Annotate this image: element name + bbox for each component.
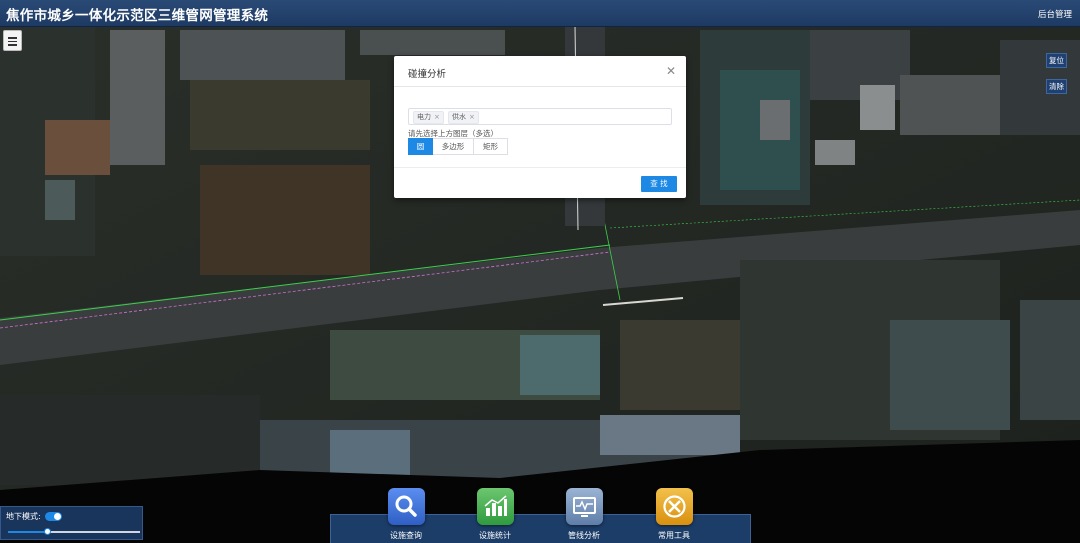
- bar-chart-icon[interactable]: [477, 488, 514, 525]
- transparency-slider[interactable]: [8, 528, 140, 535]
- clear-button[interactable]: 清除: [1046, 79, 1067, 94]
- close-icon[interactable]: ✕: [666, 64, 676, 78]
- dialog-divider: [394, 167, 686, 168]
- admin-link[interactable]: 后台管理: [1038, 8, 1072, 20]
- toggle-knob: [54, 513, 61, 520]
- reset-button[interactable]: 复位: [1046, 53, 1067, 68]
- facility-query-tool[interactable]: 设施查询: [376, 488, 436, 543]
- app-title: 焦作市城乡一体化示范区三维管网管理系统: [6, 8, 269, 24]
- common-tools-tool[interactable]: 常用工具: [644, 488, 704, 543]
- facility-statistics-tool[interactable]: 设施统计: [465, 488, 525, 543]
- underground-toggle[interactable]: [45, 512, 62, 521]
- tag-close-icon[interactable]: ×: [434, 113, 440, 121]
- slider-handle[interactable]: [44, 528, 52, 535]
- layer-tag-label: 电力: [417, 113, 431, 121]
- underground-panel: 地下模式:: [0, 506, 143, 540]
- tool-label: 设施统计: [479, 531, 511, 540]
- menu-icon[interactable]: [3, 30, 22, 51]
- tool-label: 常用工具: [658, 531, 690, 540]
- dialog-title: 碰撞分析: [408, 69, 447, 80]
- tag-close-icon[interactable]: ×: [469, 113, 475, 121]
- layer-tag-label: 供水: [452, 113, 466, 121]
- tool-label: 管线分析: [568, 531, 600, 540]
- search-icon[interactable]: [388, 488, 425, 525]
- layer-tag-water[interactable]: 供水 ×: [448, 111, 479, 124]
- layer-select[interactable]: 电力 × 供水 ×: [408, 108, 672, 125]
- shape-rectangle-button[interactable]: 矩形: [474, 138, 508, 155]
- slider-fill: [8, 531, 48, 533]
- find-button[interactable]: 查 找: [641, 176, 677, 192]
- collision-analysis-dialog: 碰撞分析 ✕ 电力 × 供水 × 请先选择上方图层（多选） 圆 多边形 矩形 查 找: [394, 56, 686, 198]
- layer-tag-power[interactable]: 电力 ×: [413, 111, 444, 124]
- underground-label: 地下模式:: [6, 512, 41, 521]
- dialog-header: 碰撞分析 ✕: [394, 56, 686, 87]
- tools-icon[interactable]: [656, 488, 693, 525]
- monitor-icon[interactable]: [566, 488, 603, 525]
- shape-circle-button[interactable]: 圆: [408, 138, 433, 155]
- tool-label: 设施查询: [390, 531, 422, 540]
- shape-polygon-button[interactable]: 多边形: [433, 138, 474, 155]
- pipeline-analysis-tool[interactable]: 管线分析: [554, 488, 614, 543]
- app-header: 焦作市城乡一体化示范区三维管网管理系统 后台管理: [0, 0, 1080, 27]
